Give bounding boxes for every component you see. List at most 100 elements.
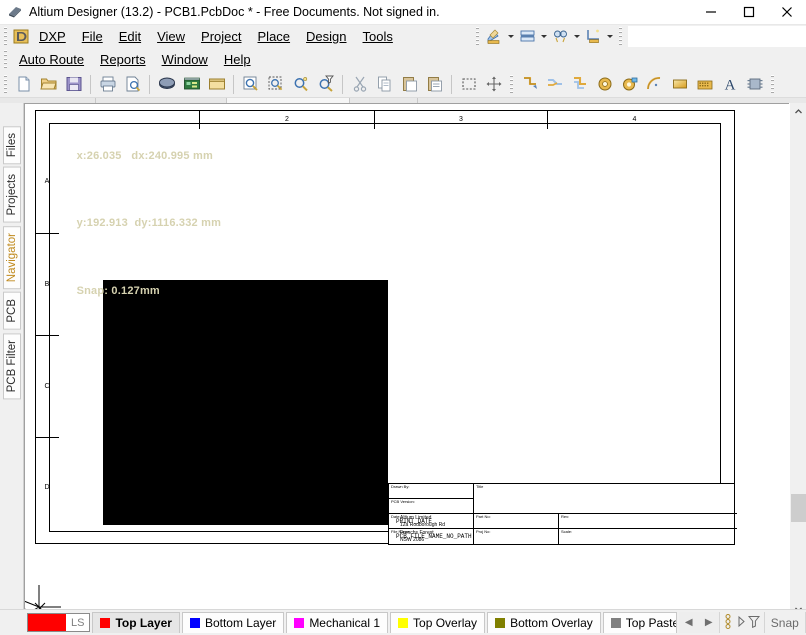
place-string-icon[interactable]: A [717, 73, 742, 96]
board-region[interactable] [103, 280, 388, 525]
toolbar-gripper-4[interactable] [2, 50, 9, 69]
open-document-icon[interactable] [36, 73, 61, 96]
title-block-cell-part-no: Part No: [474, 514, 559, 529]
title-block-cell-proj-no: Proj No: [474, 529, 559, 544]
place-fill-icon[interactable] [667, 73, 692, 96]
sidebar-item-navigator[interactable]: Navigator [2, 225, 21, 290]
menu-item-dxp[interactable]: DXP [31, 26, 74, 47]
sidebar-item-pcb[interactable]: PCB [2, 292, 21, 330]
find-similar-dropdown-icon[interactable] [571, 26, 582, 47]
maximize-icon[interactable] [730, 0, 768, 25]
find-similar-icon[interactable] [549, 26, 571, 47]
layer-set-color-swatch [28, 614, 66, 631]
layer-tab-bottom-overlay[interactable]: Bottom Overlay [487, 612, 601, 633]
toolbar-gripper-5[interactable] [2, 74, 9, 94]
pcb-3d-icon[interactable] [179, 73, 204, 96]
frame-tick-row-a: A [35, 129, 59, 234]
svg-text:A: A [724, 78, 735, 94]
toolbar-gripper-6[interactable] [508, 74, 515, 94]
schematic-editor-dropdown-icon[interactable] [505, 26, 516, 47]
menu-item-reports[interactable]: Reports [92, 49, 154, 70]
layer-tab-top-layer[interactable]: Top Layer [92, 612, 180, 633]
window-controls [692, 0, 806, 25]
place-interactive-route-icon[interactable] [542, 73, 567, 96]
zoom-selection-icon[interactable] [263, 73, 288, 96]
minimize-icon[interactable] [692, 0, 730, 25]
measure-icon[interactable] [582, 26, 604, 47]
vertical-scrollbar[interactable] [789, 103, 806, 618]
layer-tab-top-overlay[interactable]: Top Overlay [390, 612, 486, 633]
menu-item-place[interactable]: Place [250, 26, 299, 47]
title-block-cell-title: Title [474, 484, 737, 514]
snap-button[interactable]: Snap [763, 612, 805, 633]
sidebar-item-pcb-filter[interactable]: PCB Filter [2, 332, 21, 400]
zoom-area-icon[interactable] [238, 73, 263, 96]
menu-item-edit[interactable]: Edit [111, 26, 149, 47]
title-block-cell-pcb-version: PCB Version: [389, 499, 474, 514]
frame-tick-row-c: C [35, 336, 59, 438]
frame-tick-col-4: 4 [632, 116, 637, 123]
sidebar-item-projects[interactable]: Projects [2, 167, 21, 223]
layer-tab-next-button[interactable]: ▶ [698, 612, 719, 633]
zoom-in-icon[interactable] [288, 73, 313, 96]
copy-icon[interactable] [372, 73, 397, 96]
board-icon[interactable] [154, 73, 179, 96]
paste-special-icon[interactable] [422, 73, 447, 96]
pcb-canvas[interactable]: x:26.035 dx:240.995 mm y:192.913 dy:1116… [24, 103, 789, 618]
print-preview-icon[interactable] [120, 73, 145, 96]
place-pad-icon[interactable] [592, 73, 617, 96]
measure-dropdown-icon[interactable] [604, 26, 615, 47]
place-arc-icon[interactable] [642, 73, 667, 96]
place-polygon-icon[interactable] [692, 73, 717, 96]
toolbar-gripper-7[interactable] [769, 74, 776, 94]
zoom-filter-icon[interactable] [313, 73, 338, 96]
place-via-icon[interactable] [617, 73, 642, 96]
vertical-scrollbar-thumb[interactable] [791, 494, 806, 522]
layer-tab-label: Top Overlay [413, 616, 478, 630]
layer-tab-label: Bottom Overlay [510, 616, 593, 630]
layer-tab-bottom-layer[interactable]: Bottom Layer [181, 612, 285, 633]
place-track-icon[interactable] [517, 73, 542, 96]
layer-display-controls [718, 612, 764, 633]
sheet-frame: 2 3 4 A B C D Drawn By: Title PCB Versio… [25, 104, 789, 617]
menu-item-file[interactable]: File [74, 26, 111, 47]
select-area-icon[interactable] [456, 73, 481, 96]
search-input[interactable] [628, 26, 806, 47]
close-icon[interactable] [768, 0, 806, 25]
place-differential-pair-icon[interactable] [567, 73, 592, 96]
layer-tab-prev-button[interactable]: ◀ [678, 612, 699, 633]
altium-icon [7, 4, 23, 20]
menu-item-view[interactable]: View [149, 26, 193, 47]
menu-item-auto-route[interactable]: Auto Route [11, 49, 92, 70]
sidebar-item-files[interactable]: Files [2, 126, 21, 165]
layer-tab-mechanical-1[interactable]: Mechanical 1 [286, 612, 389, 633]
vertical-scrollbar-track[interactable] [790, 120, 806, 601]
menu-item-design[interactable]: Design [298, 26, 354, 47]
layer-filter-icon[interactable] [747, 615, 760, 631]
cut-icon[interactable] [347, 73, 372, 96]
save-document-icon[interactable] [61, 73, 86, 96]
board-layers-icon[interactable] [516, 26, 538, 47]
menu-item-tools[interactable]: Tools [355, 26, 401, 47]
menu-item-help[interactable]: Help [216, 49, 259, 70]
place-component-icon[interactable] [742, 73, 767, 96]
toolbar-gripper[interactable] [2, 27, 9, 46]
paste-icon[interactable] [397, 73, 422, 96]
toolbar-gripper-3[interactable] [617, 27, 624, 46]
title-block-cell-rev: Rev: [559, 514, 737, 529]
layer-tab-top-paste[interactable]: Top Paste [602, 612, 677, 633]
layer-play-icon[interactable] [737, 615, 746, 631]
scroll-up-button[interactable] [790, 103, 806, 120]
schematic-editor-icon[interactable] [483, 26, 505, 47]
toolbar-gripper-2[interactable] [474, 27, 481, 46]
menu-item-window[interactable]: Window [154, 49, 216, 70]
move-icon[interactable] [481, 73, 506, 96]
panel-icon[interactable] [204, 73, 229, 96]
layer-set-chip[interactable]: LS [27, 613, 91, 632]
menu-item-project[interactable]: Project [193, 26, 249, 47]
print-icon[interactable] [95, 73, 120, 96]
new-document-icon[interactable] [11, 73, 36, 96]
board-layers-dropdown-icon[interactable] [538, 26, 549, 47]
layer-stack-icon[interactable] [724, 613, 735, 632]
layer-color-swatch [495, 618, 506, 628]
